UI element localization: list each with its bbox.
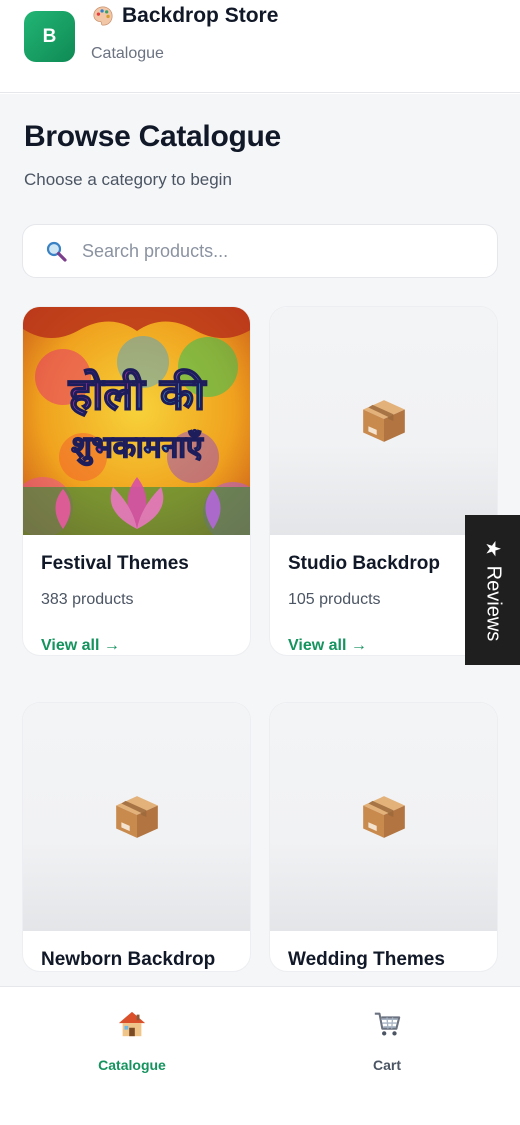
product-count: 105 products: [288, 591, 381, 608]
nav-label-catalogue: Catalogue: [98, 1057, 166, 1073]
reviews-tab-content: ★ Reviews: [480, 539, 505, 641]
view-all-link[interactable]: View all →: [288, 637, 367, 655]
star-icon: ★: [481, 539, 504, 558]
card-body: Newborn Backdrop: [23, 931, 250, 971]
nav-item-cart[interactable]: Cart: [287, 1009, 487, 1073]
category-card-studio-backdrop[interactable]: Studio Backdrop 105 products View all →: [269, 306, 498, 656]
nav-item-catalogue[interactable]: Catalogue: [32, 1009, 232, 1073]
category-name: Newborn Backdrop: [41, 949, 216, 970]
category-name: Studio Backdrop: [288, 553, 441, 574]
studio-category-image: [270, 307, 497, 535]
holi-text-line-1: होली की: [68, 368, 207, 420]
category-card-festival-themes[interactable]: होली की शुभकामनाएँ Festival Themes 383 p…: [22, 306, 251, 656]
store-logo[interactable]: B: [24, 11, 75, 62]
page-title: Browse Catalogue: [24, 120, 281, 153]
search-icon: [46, 241, 67, 262]
festival-category-image: होली की शुभकामनाएँ: [23, 307, 250, 535]
card-body: Festival Themes 383 products View all →: [23, 535, 250, 655]
catalogue-main: Browse Catalogue Choose a category to be…: [0, 94, 520, 986]
palette-icon: [93, 6, 113, 26]
page-subtitle: Choose a category to begin: [24, 170, 232, 189]
store-name: Backdrop Store: [122, 4, 279, 27]
wedding-category-image: [270, 703, 497, 931]
nav-label-cart: Cart: [372, 1057, 401, 1073]
breadcrumb[interactable]: Catalogue: [91, 45, 164, 63]
search-bar[interactable]: [22, 224, 498, 278]
category-name: Festival Themes: [41, 553, 189, 574]
package-icon: [362, 400, 405, 442]
shopping-cart-icon: [374, 1012, 401, 1036]
brand-row: Backdrop Store: [92, 4, 278, 28]
search-input[interactable]: [82, 240, 462, 262]
package-icon: [362, 796, 405, 838]
house-icon: [118, 1011, 146, 1037]
logo-letter: B: [42, 25, 57, 47]
product-count: 383 products: [41, 591, 134, 608]
bottom-navigation: Catalogue Cart: [0, 986, 520, 1125]
view-all-link[interactable]: View all →: [41, 637, 120, 655]
category-card-newborn-backdrop[interactable]: Newborn Backdrop: [22, 702, 251, 972]
card-body: Studio Backdrop 105 products View all →: [270, 535, 497, 655]
category-name: Wedding Themes: [288, 949, 445, 970]
category-card-wedding-themes[interactable]: Wedding Themes: [269, 702, 498, 972]
holi-banner-image: होली की शुभकामनाएँ: [23, 307, 250, 535]
holi-text-line-2: शुभकामनाएँ: [71, 429, 204, 466]
package-icon: [115, 796, 158, 838]
app-header: B Backdrop Store Catalogue: [0, 0, 520, 93]
card-body: Wedding Themes: [270, 931, 497, 971]
newborn-category-image: [23, 703, 250, 931]
reviews-label: Reviews: [482, 565, 505, 641]
reviews-tab[interactable]: ★ Reviews: [465, 515, 520, 665]
